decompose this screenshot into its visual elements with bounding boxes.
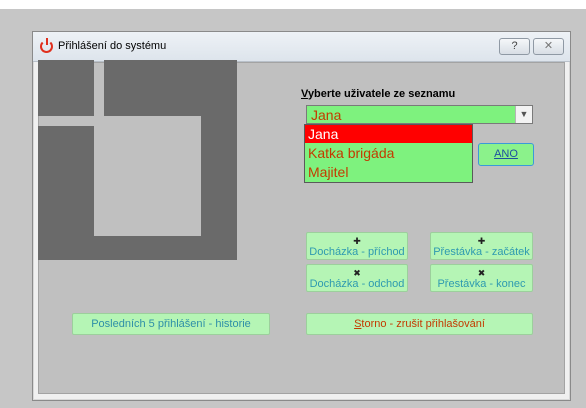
- confirm-button[interactable]: ANO: [478, 143, 534, 166]
- help-button[interactable]: ?: [499, 38, 530, 55]
- break-end-button[interactable]: ✖ Přestávka - konec: [430, 264, 533, 292]
- user-option-katka[interactable]: Katka brigáda: [305, 144, 472, 162]
- cross-icon: ✖: [353, 268, 361, 278]
- logo-block-bottom: [94, 236, 237, 260]
- arrival-label: Docházka - příchod: [309, 246, 405, 258]
- arrival-button[interactable]: ✚ Docházka - příchod: [306, 232, 408, 260]
- logo-block-right: [201, 116, 237, 236]
- app-logo: [38, 60, 237, 260]
- history-button[interactable]: Posledních 5 přihlášení - historie: [72, 313, 270, 335]
- break-start-button[interactable]: ✚ Přestávka - začátek: [430, 232, 533, 260]
- cancel-login-button[interactable]: Storno - zrušit přihlašování: [306, 313, 533, 335]
- user-select-label-text: yberte uživatele ze seznamu: [307, 88, 456, 100]
- user-select-label-accesskey: V: [301, 88, 308, 100]
- plus-icon: ✚: [353, 236, 361, 246]
- user-dropdown-list: Jana Katka brigáda Majitel: [304, 124, 473, 183]
- close-button[interactable]: ✕: [533, 38, 564, 55]
- departure-button[interactable]: ✖ Docházka - odchod: [306, 264, 408, 292]
- window-title: Přihlášení do systému: [58, 40, 167, 52]
- chevron-down-icon[interactable]: ▼: [515, 106, 532, 123]
- user-combobox[interactable]: Jana ▼: [306, 105, 533, 124]
- break-end-label: Přestávka - konec: [437, 278, 526, 290]
- break-start-label: Přestávka - začátek: [433, 246, 530, 258]
- title-bar[interactable]: Přihlášení do systému ? ✕: [33, 32, 570, 62]
- logo-block-top-right: [104, 60, 237, 116]
- logo-block-left: [38, 126, 94, 260]
- power-icon: [40, 38, 53, 53]
- user-option-majitel[interactable]: Majitel: [305, 163, 472, 181]
- departure-label: Docházka - odchod: [309, 278, 405, 290]
- cancel-label: torno - zrušit přihlašování: [361, 318, 485, 330]
- cross-icon: ✖: [477, 268, 486, 278]
- logo-block-top-left: [38, 60, 94, 116]
- plus-icon: ✚: [477, 236, 486, 246]
- user-combobox-value: Jana: [311, 107, 342, 123]
- user-option-jana[interactable]: Jana: [305, 125, 472, 143]
- user-select-label: Vyberte uživatele ze seznamu: [301, 88, 455, 100]
